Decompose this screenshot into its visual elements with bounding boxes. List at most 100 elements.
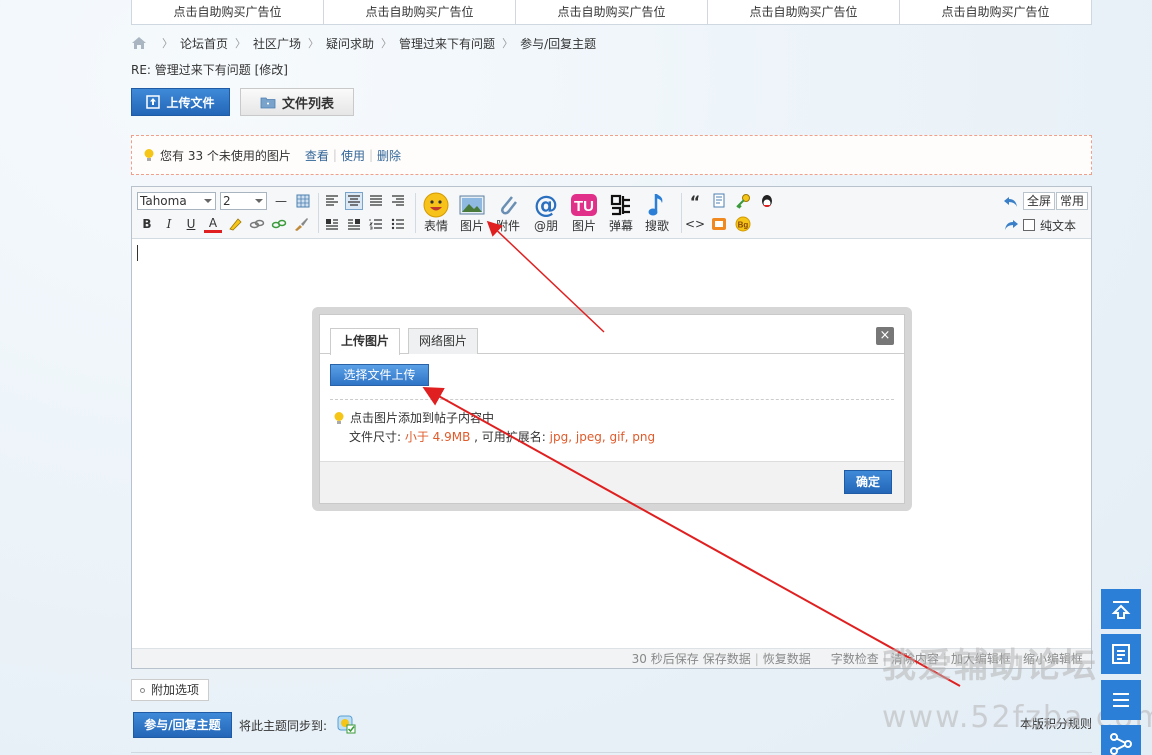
image-icon [459, 195, 485, 215]
document-icon[interactable] [710, 192, 728, 210]
code-icon[interactable]: <> [685, 215, 705, 233]
file-size-tip: 文件尺寸: 小于 4.9MB , 可用扩展名: jpg, jpeg, gif, … [349, 428, 655, 445]
mention-button[interactable]: @ @朋 [528, 191, 564, 237]
music-note-icon [648, 194, 663, 216]
list-icon [1113, 693, 1129, 707]
breadcrumb-item[interactable]: 疑问求助 [326, 35, 374, 52]
attachment-button[interactable]: 附件 [490, 191, 526, 237]
dialog-body: 上传图片 网络图片 × 选择文件上传 点击图片添加到帖子内容中 文件尺寸: 小于… [319, 314, 905, 504]
confirm-button[interactable]: 确定 [844, 470, 892, 494]
image-upload-dialog: 上传图片 网络图片 × 选择文件上传 点击图片添加到帖子内容中 文件尺寸: 小于… [312, 307, 912, 511]
sync-label: 将此主题同步到: [239, 719, 328, 733]
bullet-list-icon[interactable] [389, 215, 407, 233]
undo-icon[interactable] [1002, 193, 1020, 211]
search-song-label: 搜歌 [644, 219, 669, 233]
tu-icon: TU [571, 194, 597, 216]
tu-image-button[interactable]: TU 图片 [566, 191, 602, 237]
redo-icon[interactable] [1002, 216, 1020, 234]
toolbar-divider [318, 193, 319, 233]
home-icon[interactable] [131, 36, 147, 50]
unlink-icon[interactable] [270, 215, 288, 233]
chevron-down-icon [255, 199, 263, 203]
qzone-sync-icon[interactable] [336, 714, 356, 734]
breadcrumb-current: 参与/回复主题 [520, 36, 597, 51]
ordered-list-icon[interactable] [367, 215, 385, 233]
table-icon[interactable] [294, 192, 312, 210]
watermark-text: 我爱辅助论坛 [882, 646, 1098, 686]
media-icon[interactable] [710, 215, 728, 233]
breadcrumb-separator: 〉 [381, 37, 393, 50]
view-link[interactable]: 查看 [305, 147, 329, 164]
tab-network-image[interactable]: 网络图片 [408, 328, 479, 354]
breadcrumb-item[interactable]: 论坛首页 [180, 35, 228, 52]
breadcrumb-separator: 〉 [235, 37, 247, 50]
danmaku-button[interactable]: 弹幕 [603, 191, 639, 237]
toolbar-divider [415, 193, 416, 233]
qq-icon[interactable] [758, 192, 776, 210]
word-count-link[interactable]: 字数检查 [831, 650, 879, 667]
brush-icon[interactable] [292, 215, 310, 233]
dialog-footer: 确定 [320, 461, 904, 503]
restore-data-link[interactable]: 恢复数据 [763, 650, 811, 667]
quick-reply-button[interactable] [1101, 634, 1141, 674]
ad-slot[interactable]: 点击自助购买广告位 [900, 0, 1091, 24]
dialog-divider [330, 399, 894, 400]
font-size-select[interactable]: 2 [220, 192, 267, 210]
common-button[interactable]: 常用 [1056, 192, 1089, 210]
breadcrumb-item[interactable]: 管理过来下有问题 [399, 35, 495, 52]
breadcrumb-item[interactable]: 社区广场 [253, 35, 301, 52]
underline-button[interactable]: U [182, 215, 200, 233]
back-to-top-button[interactable] [1101, 589, 1141, 629]
toolbar-divider [681, 193, 682, 233]
file-size-limit: 小于 4.9MB [404, 430, 471, 444]
share-button[interactable] [1101, 725, 1141, 755]
background-icon[interactable]: Bg [734, 215, 752, 233]
horizontal-rule-icon[interactable]: — [272, 192, 290, 210]
font-family-select[interactable]: Tahoma [137, 192, 216, 210]
ad-slot[interactable]: 点击自助购买广告位 [708, 0, 900, 24]
align-justify-icon[interactable] [367, 192, 385, 210]
menu-button[interactable] [1101, 680, 1141, 720]
dialog-tip-text: 点击图片添加到帖子内容中 [350, 411, 495, 425]
highlight-icon[interactable] [226, 215, 244, 233]
emoji-label: 表情 [423, 219, 448, 233]
file-list-tab[interactable]: 文件列表 [240, 88, 354, 116]
emoji-button[interactable]: 表情 [418, 191, 454, 237]
ad-slot[interactable]: 点击自助购买广告位 [324, 0, 516, 24]
bold-button[interactable]: B [138, 215, 156, 233]
image-button[interactable]: 图片 [454, 191, 490, 237]
use-link[interactable]: 使用 [341, 147, 365, 164]
image-label: 图片 [459, 219, 484, 233]
plain-text-label: 纯文本 [1040, 219, 1077, 233]
link-icon[interactable] [248, 215, 266, 233]
italic-button[interactable]: I [160, 215, 178, 233]
ad-slot[interactable]: 点击自助购买广告位 [132, 0, 324, 24]
align-center-icon[interactable] [345, 192, 363, 210]
plain-text-checkbox[interactable] [1023, 219, 1035, 231]
quote-icon[interactable]: “ [686, 192, 704, 211]
tu-image-label: 图片 [571, 219, 596, 233]
tab-upload-image[interactable]: 上传图片 [330, 328, 401, 355]
align-right-icon[interactable] [389, 192, 407, 210]
upload-file-label: 上传文件 [166, 95, 215, 110]
close-icon[interactable]: × [876, 327, 894, 345]
choose-file-button[interactable]: 选择文件上传 [330, 364, 429, 386]
upload-file-tab[interactable]: 上传文件 [131, 88, 230, 116]
key-icon[interactable] [734, 192, 752, 210]
ad-slot[interactable]: 点击自助购买广告位 [516, 0, 708, 24]
attachment-label: 附件 [495, 219, 520, 233]
search-song-button[interactable]: 搜歌 [639, 191, 675, 237]
float-left-icon[interactable] [323, 215, 341, 233]
share-icon [1110, 733, 1132, 755]
additional-options-button[interactable]: 附加选项 [131, 679, 209, 701]
fullscreen-button[interactable]: 全屏 [1023, 192, 1056, 210]
lightbulb-icon [144, 149, 154, 161]
save-data-link[interactable]: 保存数据 [703, 650, 751, 667]
submit-reply-button[interactable]: 参与/回复主题 [133, 712, 232, 738]
separator: | [332, 148, 337, 162]
float-right-icon[interactable] [345, 215, 363, 233]
allowed-extensions: jpg, jpeg, gif, png [549, 430, 656, 444]
align-left-icon[interactable] [323, 192, 341, 210]
delete-link[interactable]: 删除 [377, 147, 401, 164]
text-color-button[interactable]: A [204, 215, 222, 233]
